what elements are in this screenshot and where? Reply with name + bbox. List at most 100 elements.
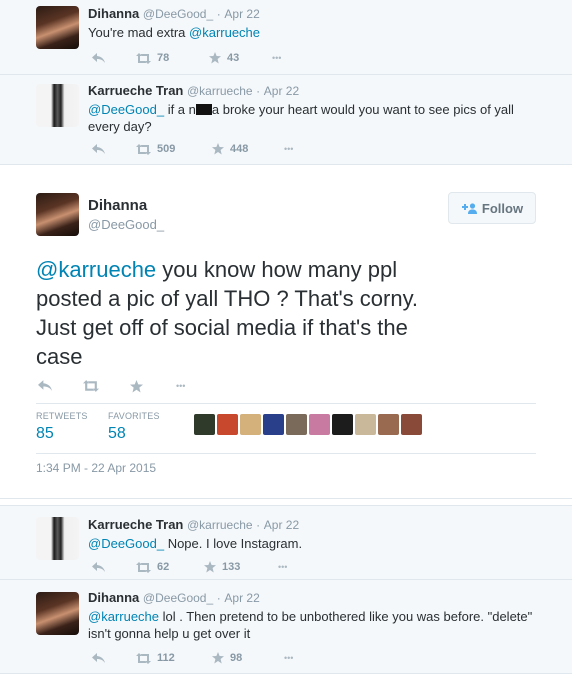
favorite-button[interactable] bbox=[130, 379, 143, 393]
reply-button[interactable] bbox=[92, 561, 105, 573]
favorite-icon bbox=[212, 143, 224, 155]
retweet-count: 112 bbox=[157, 652, 175, 664]
fullname[interactable]: Dihanna bbox=[88, 6, 139, 21]
retweet-icon bbox=[136, 143, 151, 155]
mention-link[interactable]: @DeeGood_ bbox=[88, 536, 164, 551]
username[interactable]: @karrueche bbox=[187, 518, 253, 532]
username[interactable]: @DeeGood_ bbox=[143, 591, 213, 605]
retweet-button[interactable]: 509 bbox=[136, 143, 175, 155]
favorite-button[interactable]: 98 bbox=[212, 652, 242, 664]
separator-dot: · bbox=[256, 518, 261, 532]
favoriter-avatar[interactable] bbox=[378, 414, 399, 435]
favorites-count: 58 bbox=[108, 425, 126, 442]
tweet-text: You're mad extra @karrueche bbox=[88, 25, 261, 40]
favorite-count: 98 bbox=[230, 652, 243, 664]
more-icon: ••• bbox=[272, 53, 282, 63]
more-button[interactable]: ••• bbox=[278, 562, 287, 572]
favorite-count: 43 bbox=[227, 52, 240, 64]
tweet-actions: 62 133 ••• bbox=[92, 560, 312, 574]
retweets-label: RETWEETS bbox=[36, 411, 88, 421]
avatar[interactable] bbox=[36, 193, 79, 236]
retweet-button[interactable] bbox=[83, 380, 99, 392]
reply-button[interactable] bbox=[92, 52, 105, 64]
conversation-tweet-1[interactable]: Dihanna @DeeGood_ · Apr 22 You're mad ex… bbox=[0, 0, 572, 75]
favorite-icon bbox=[209, 52, 221, 64]
fullname[interactable]: Karrueche Tran bbox=[88, 83, 183, 98]
main-tweet-actions: ••• bbox=[38, 379, 238, 393]
tweet-actions: 509 448 ••• bbox=[92, 142, 312, 156]
more-button[interactable]: ••• bbox=[284, 144, 293, 154]
favorite-button[interactable]: 133 bbox=[204, 561, 240, 573]
fullname[interactable]: Karrueche Tran bbox=[88, 517, 183, 532]
favoriter-avatar[interactable] bbox=[401, 414, 422, 435]
retweet-icon bbox=[83, 380, 99, 392]
favorites-stat[interactable]: FAVORITES 58 bbox=[108, 411, 160, 443]
follow-person-icon bbox=[461, 202, 477, 214]
retweets-stat[interactable]: RETWEETS 85 bbox=[36, 411, 88, 443]
favorite-count: 448 bbox=[230, 143, 249, 155]
tweet-time[interactable]: Apr 22 bbox=[264, 84, 299, 98]
favoriter-avatar[interactable] bbox=[309, 414, 330, 435]
conversation-tweet-4[interactable]: Dihanna @DeeGood_ · Apr 22 @karrueche lo… bbox=[0, 580, 572, 674]
favoriter-avatar[interactable] bbox=[217, 414, 238, 435]
mention-link[interactable]: @karrueche bbox=[189, 25, 260, 40]
retweet-button[interactable]: 62 bbox=[136, 561, 169, 573]
favoriter-avatars bbox=[194, 414, 424, 435]
reply-icon bbox=[92, 652, 105, 663]
favorite-button[interactable]: 43 bbox=[209, 52, 239, 64]
separator-dot: · bbox=[216, 591, 221, 605]
tweet-time[interactable]: Apr 22 bbox=[224, 591, 259, 605]
tweet-time[interactable]: Apr 22 bbox=[264, 518, 299, 532]
fullname[interactable]: Dihanna bbox=[88, 590, 139, 605]
favorite-icon bbox=[204, 561, 216, 573]
favorite-icon bbox=[130, 379, 143, 392]
censor-bar bbox=[195, 104, 212, 115]
favorite-button[interactable]: 448 bbox=[212, 143, 248, 155]
favoriter-avatar[interactable] bbox=[194, 414, 215, 435]
favoriter-avatar[interactable] bbox=[355, 414, 376, 435]
favoriter-avatar[interactable] bbox=[263, 414, 284, 435]
reply-icon bbox=[92, 561, 105, 572]
mention-link[interactable]: @DeeGood_ bbox=[88, 102, 164, 117]
tweet-text: @DeeGood_ Nope. I love Instagram. bbox=[88, 536, 303, 551]
more-button[interactable]: ••• bbox=[272, 53, 281, 63]
more-icon: ••• bbox=[284, 144, 294, 154]
tweet-time[interactable]: Apr 22 bbox=[224, 7, 259, 21]
follow-button[interactable]: Follow bbox=[448, 192, 536, 224]
main-tweet: Dihanna @DeeGood_ Follow @karrueche you … bbox=[0, 165, 572, 499]
conversation-tweet-3[interactable]: Karrueche Tran @karrueche · Apr 22 @DeeG… bbox=[0, 505, 572, 580]
tweet-actions: 112 98 ••• bbox=[92, 651, 312, 665]
reply-button[interactable] bbox=[38, 380, 52, 392]
tweet-stats: RETWEETS 85 FAVORITES 58 bbox=[36, 403, 536, 454]
tweet-text: @karrueche lol . Then pretend to be unbo… bbox=[88, 609, 533, 641]
favoriter-avatar[interactable] bbox=[240, 414, 261, 435]
username[interactable]: @DeeGood_ bbox=[88, 217, 164, 232]
fullname[interactable]: Dihanna bbox=[88, 197, 164, 214]
retweet-icon bbox=[136, 561, 151, 573]
tweet-text: @DeeGood_ if a na broke your heart would… bbox=[88, 102, 514, 134]
retweet-button[interactable]: 112 bbox=[136, 652, 175, 664]
retweet-button[interactable]: 78 bbox=[136, 52, 169, 64]
favoriter-avatar[interactable] bbox=[286, 414, 307, 435]
retweets-count: 85 bbox=[36, 425, 54, 442]
favorites-label: FAVORITES bbox=[108, 411, 160, 421]
reply-button[interactable] bbox=[92, 652, 105, 664]
favorite-count: 133 bbox=[222, 561, 241, 573]
retweet-icon bbox=[136, 652, 151, 664]
username[interactable]: @DeeGood_ bbox=[143, 7, 213, 21]
retweet-count: 62 bbox=[157, 561, 170, 573]
favorite-icon bbox=[212, 652, 224, 664]
main-tweet-text: @karrueche you know how many ppl posted … bbox=[36, 257, 419, 369]
more-button[interactable]: ••• bbox=[176, 381, 185, 391]
mention-link[interactable]: @karrueche bbox=[36, 257, 156, 282]
mention-link[interactable]: @karrueche bbox=[88, 609, 159, 624]
more-button[interactable]: ••• bbox=[284, 653, 293, 663]
reply-button[interactable] bbox=[92, 143, 105, 155]
tweet-timestamp[interactable]: 1:34 PM - 22 Apr 2015 bbox=[36, 461, 156, 475]
separator-dot: · bbox=[216, 7, 221, 21]
reply-icon bbox=[38, 380, 52, 391]
username[interactable]: @karrueche bbox=[187, 84, 253, 98]
more-icon: ••• bbox=[278, 562, 288, 572]
favoriter-avatar[interactable] bbox=[332, 414, 353, 435]
reply-icon bbox=[92, 143, 105, 154]
